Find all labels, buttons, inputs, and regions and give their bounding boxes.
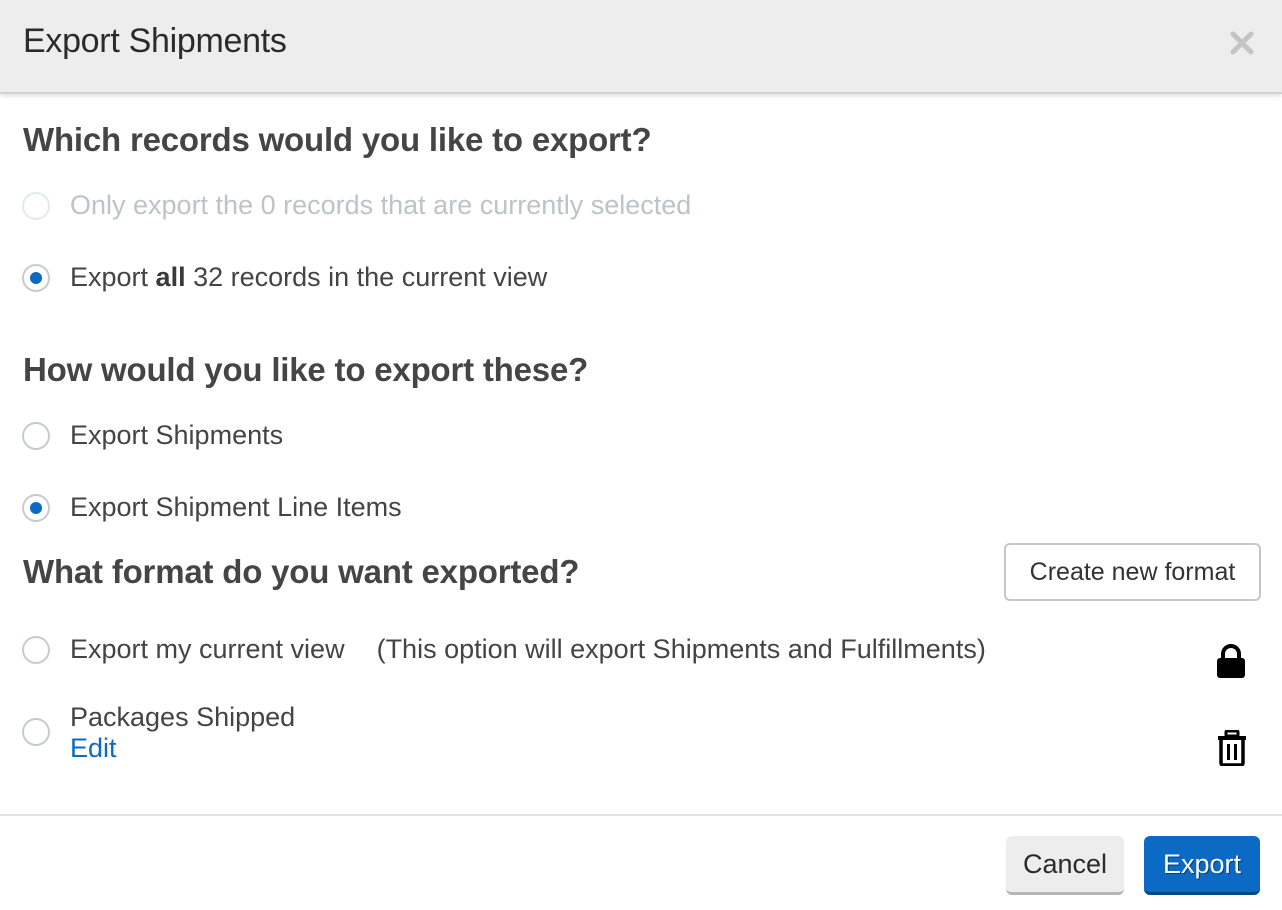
radio-current-view[interactable]	[22, 635, 50, 664]
format-section-title: What format do you want exported?	[23, 553, 580, 590]
dialog-header: Export Shipments	[0, 0, 1282, 94]
export-button[interactable]: Export	[1144, 836, 1260, 895]
option-packages-shipped-label: Packages Shipped	[70, 702, 296, 732]
close-icon	[1230, 31, 1254, 55]
option-all-records-label: Export all 32 records in the current vie…	[70, 262, 547, 293]
records-section-title: Which records would you like to export?	[23, 121, 652, 158]
radio-packages-shipped[interactable]	[22, 718, 50, 746]
label-prefix: Export	[70, 262, 156, 292]
radio-export-shipments[interactable]	[22, 421, 50, 450]
trash-icon	[1218, 729, 1246, 767]
close-button[interactable]	[1226, 27, 1258, 59]
lock-button[interactable]	[1215, 643, 1247, 684]
dialog-title: Export Shipments	[23, 22, 287, 60]
label-suffix: 32 records in the current view	[185, 262, 548, 292]
option-export-shipments-label: Export Shipments	[70, 420, 284, 450]
option-export-line-items-label: Export Shipment Line Items	[70, 492, 402, 522]
delete-format-button[interactable]	[1217, 729, 1247, 771]
cancel-button[interactable]: Cancel	[1006, 836, 1124, 895]
option-selected-records-label: Only export the 0 records that are curre…	[70, 190, 692, 220]
edit-format-link[interactable]: Edit	[70, 733, 117, 764]
label-bold: all	[155, 262, 186, 292]
option-current-view[interactable]: Export my current view (This option will…	[22, 634, 986, 665]
radio-export-line-items[interactable]	[22, 493, 50, 522]
footer-divider	[0, 814, 1282, 816]
option-current-view-note: (This option will export Shipments and F…	[376, 634, 986, 664]
create-new-format-button[interactable]: Create new format	[1004, 543, 1261, 601]
radio-all-records[interactable]	[22, 263, 50, 292]
radio-selected-records[interactable]	[22, 191, 50, 220]
how-section-title: How would you like to export these?	[23, 351, 589, 388]
option-export-line-items[interactable]: Export Shipment Line Items	[22, 492, 402, 523]
option-current-view-label: Export my current view	[70, 634, 345, 664]
option-all-records[interactable]: Export all 32 records in the current vie…	[22, 262, 547, 293]
option-export-shipments[interactable]: Export Shipments	[22, 420, 283, 451]
lock-icon	[1217, 644, 1245, 678]
option-selected-records[interactable]: Only export the 0 records that are curre…	[22, 190, 691, 221]
export-shipments-dialog: Export Shipments Which records would you…	[0, 0, 1282, 910]
